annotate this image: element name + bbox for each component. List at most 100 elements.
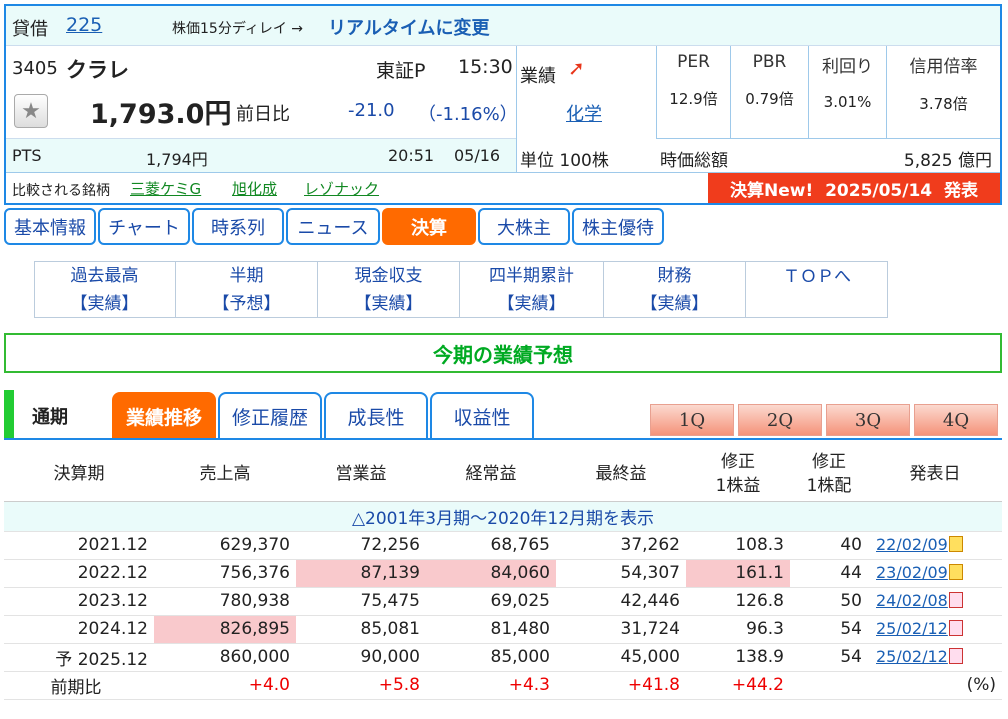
index-225-link[interactable]: 225 [66, 14, 102, 36]
cell-sales: 756,376 [154, 559, 296, 588]
tab-growth[interactable]: 成長性 [324, 392, 428, 438]
margin-label: 貸借 [12, 19, 48, 40]
market-label: 東証P [376, 60, 426, 82]
quarter-label: 4Q [942, 409, 970, 431]
earnings-new-banner[interactable]: 決算New! 2025/05/14 発表 [708, 173, 1000, 203]
cell-eps: 138.9 [686, 643, 790, 672]
subnav-record-high[interactable]: 過去最高 【実績】 [34, 261, 175, 318]
subnav-half-year[interactable]: 半期 【予想】 [175, 261, 317, 318]
pdf-document-icon[interactable] [948, 564, 963, 580]
subnav-sub: 【実績】 [640, 293, 709, 314]
table-row: 2023.12 780,938 75,475 69,025 42,446 126.8 50 2… [4, 587, 1002, 616]
stock-code: 3405 [12, 58, 58, 79]
subnav-quarterly[interactable]: 四半期累計 【実績】 [459, 261, 603, 318]
quarter-4q-button[interactable]: 4Q [914, 404, 998, 436]
trend-up-arrow-icon: ➚ [568, 56, 585, 80]
price-change-pct: （-1.16%） [418, 104, 518, 125]
quarter-1q-button[interactable]: 1Q [650, 404, 734, 436]
pdf-document-icon[interactable] [948, 536, 963, 552]
header-top-row: 貸借 225 株価15分ディレイ → リアルタイムに変更 [6, 6, 1000, 46]
cell-sales: 860,000 [154, 643, 296, 672]
compare-label: 比較される銘柄 [12, 183, 110, 199]
col-header: 修正 1株益 [715, 451, 761, 496]
expand-history-link[interactable]: △2001年3月期～2020年12月期を表示 [352, 509, 654, 529]
tab-timeseries[interactable]: 時系列 [192, 208, 284, 245]
announce-date-link[interactable]: 22/02/09 [876, 535, 948, 554]
market-cap-value: 5,825 億円 [903, 151, 992, 171]
cell-eps: 126.8 [686, 587, 790, 616]
subnav-top[interactable]: ＴＯＰへ [745, 261, 888, 318]
stock-name: クラレ [66, 58, 129, 82]
metric-yield: 利回り 3.01% [809, 52, 886, 111]
quarter-3q-button[interactable]: 3Q [826, 404, 910, 436]
sector-link[interactable]: 化学 [566, 100, 602, 126]
cell-period: 2022.12 [4, 559, 154, 588]
metric-label: PBR [752, 52, 787, 72]
tab-news[interactable]: ニュース [286, 208, 380, 245]
pts-time: 20:51 [388, 146, 435, 165]
favorite-star-button[interactable]: ★ [14, 94, 48, 128]
subnav-sub: 【予想】 [212, 293, 281, 314]
cell-sales: 780,938 [154, 587, 296, 616]
tab-basic-info[interactable]: 基本情報 [4, 208, 96, 245]
delay-note: 株価15分ディレイ → [172, 21, 304, 37]
tab-label: 時系列 [211, 217, 265, 239]
tab-chart[interactable]: チャート [98, 208, 190, 245]
metric-label: PER [677, 52, 710, 72]
cell-net: 42,446 [556, 587, 686, 616]
cell-eps: 161.1 [686, 559, 790, 588]
price-time: 15:30 [458, 56, 513, 78]
yoy-row: 前期比 +4.0 +5.8 +4.3 +41.8 +44.2 (%) [4, 671, 1002, 700]
metric-per: PER 12.9倍 [657, 52, 730, 109]
col-header: 決算期 [53, 463, 105, 484]
tab-earnings-trend[interactable]: 業績推移 [112, 392, 216, 438]
tab-label: 株主優待 [582, 217, 654, 239]
announce-date-link[interactable]: 23/02/09 [876, 563, 948, 582]
tab-revision-history[interactable]: 修正履歴 [218, 392, 322, 438]
cell-op: 75,475 [296, 587, 426, 616]
subnav-cashflow[interactable]: 現金収支 【実績】 [317, 261, 459, 318]
tab-label: 業績推移 [125, 406, 202, 429]
pdf-document-icon[interactable] [948, 592, 963, 608]
compare-link[interactable]: 旭化成 [232, 178, 277, 199]
col-header: 発表日 [909, 463, 961, 484]
table-row: 予 2025.12 860,000 90,000 85,000 45,000 138.9 5… [4, 643, 1002, 672]
metric-value: 12.9倍 [669, 90, 718, 108]
announce-date-link[interactable]: 25/02/12 [876, 647, 948, 666]
tab-label: 決算 [411, 217, 447, 239]
cell-ord: 69,025 [426, 587, 556, 616]
tab-profitability[interactable]: 収益性 [430, 392, 534, 438]
metric-label: 信用倍率 [909, 57, 978, 77]
cell-net: 31,724 [556, 615, 686, 644]
quarter-2q-button[interactable]: 2Q [738, 404, 822, 436]
pts-date: 05/16 [454, 146, 501, 165]
yoy-net: +41.8 [556, 671, 686, 700]
pdf-document-icon[interactable] [948, 620, 963, 636]
tab-label: ニュース [297, 217, 369, 239]
cell-sales: 826,895 [154, 615, 296, 644]
table-row: 2024.12 826,895 85,081 81,480 31,724 96.3 54 25… [4, 615, 1002, 644]
tab-earnings[interactable]: 決算 [382, 208, 476, 245]
announce-date-link[interactable]: 25/02/12 [876, 619, 948, 638]
subnav-label: ＴＯＰへ [783, 267, 851, 287]
quarter-label: 2Q [766, 409, 794, 431]
subnav-label: 半期 [229, 265, 264, 286]
tab-major-shareholders[interactable]: 大株主 [478, 208, 570, 245]
cell-div: 50 [790, 587, 868, 616]
cell-net: 54,307 [556, 559, 686, 588]
compare-link[interactable]: 三菱ケミG [130, 178, 201, 199]
pdf-document-icon[interactable] [948, 648, 963, 664]
realtime-link[interactable]: リアルタイムに変更 [328, 14, 489, 40]
compare-link[interactable]: レゾナック [304, 178, 379, 199]
subnav-sub: 【実績】 [70, 293, 139, 314]
subnav-financials[interactable]: 財務 【実績】 [603, 261, 745, 318]
star-icon: ★ [21, 98, 41, 124]
metric-value: 3.01% [823, 93, 872, 111]
pts-price: 1,794円 [146, 150, 208, 169]
announce-date-link[interactable]: 24/02/08 [876, 591, 948, 610]
change-label: 前日比 [236, 104, 290, 125]
earnings-table: 決算期 売上高 営業益 経常益 最終益 修正 1株益 修正 1株配 発表日 △2… [4, 447, 1002, 700]
cell-ord: 85,000 [426, 643, 556, 672]
tab-shareholder-benefits[interactable]: 株主優待 [572, 208, 664, 245]
metric-value: 0.79倍 [745, 90, 794, 108]
